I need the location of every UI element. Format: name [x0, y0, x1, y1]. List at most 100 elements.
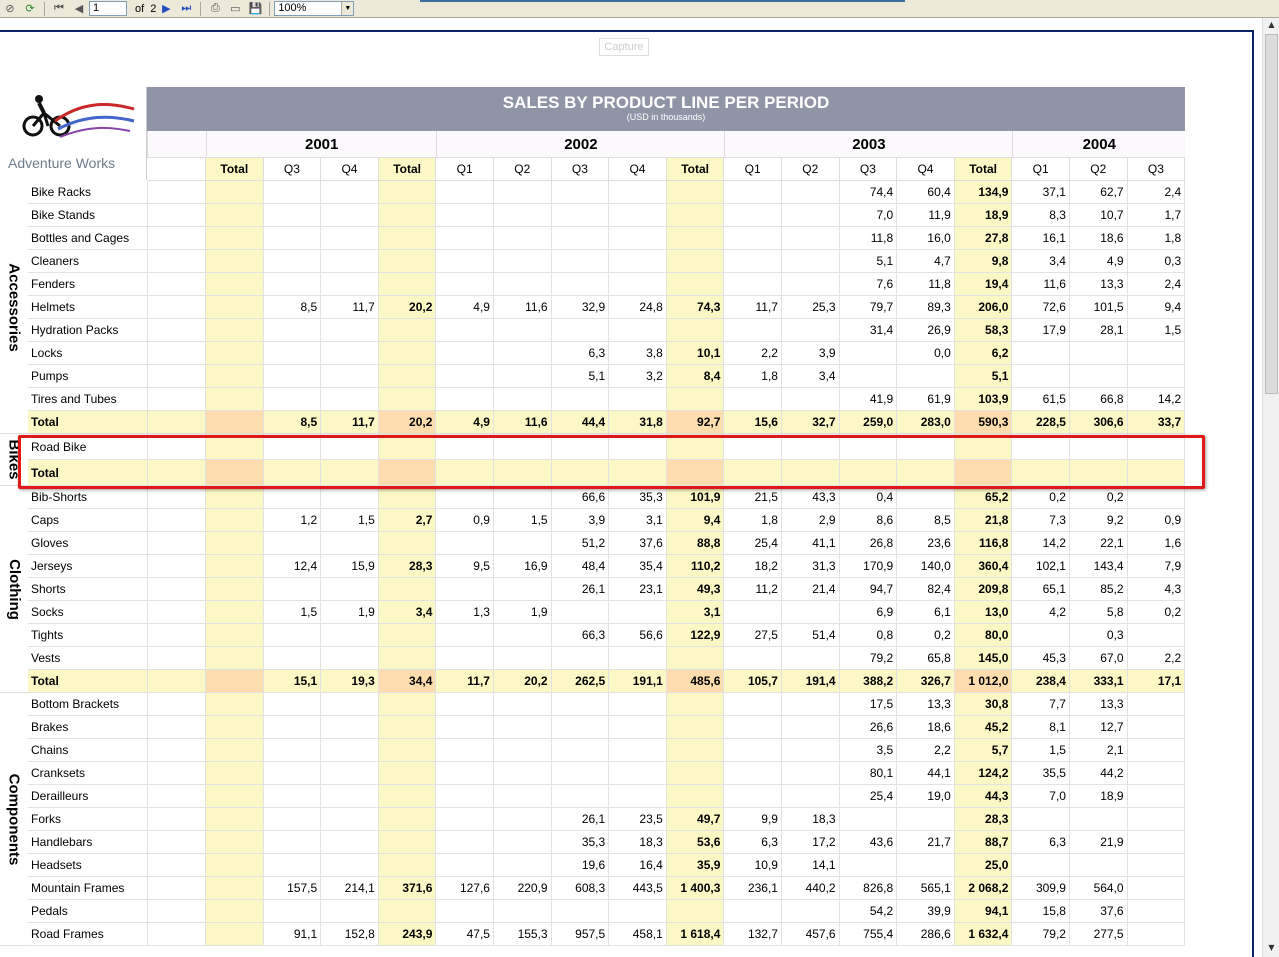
table-cell [263, 273, 322, 296]
table-cell [436, 273, 494, 296]
zoom-value: 100% [278, 2, 307, 14]
chevron-down-icon[interactable]: ▼ [341, 2, 354, 15]
last-page-icon[interactable]: ⏭ [178, 2, 194, 16]
table-cell [551, 739, 610, 762]
table-cell [494, 578, 552, 601]
table-cell [551, 388, 610, 411]
table-cell [1127, 624, 1186, 647]
table-cell: 388,2 [839, 670, 898, 693]
first-page-icon[interactable]: ⏮ [51, 2, 67, 16]
table-cell [551, 762, 610, 785]
table-cell [263, 624, 322, 647]
table-cell [436, 319, 494, 342]
table-cell [263, 785, 322, 808]
table-cell [666, 762, 725, 785]
table-cell [436, 831, 494, 854]
scroll-down-icon[interactable]: ▼ [1265, 943, 1278, 955]
table-cell [436, 693, 494, 716]
row-blank-cell [148, 227, 206, 250]
table-cell: 262,5 [551, 670, 610, 693]
table-cell: 18,6 [897, 716, 955, 739]
table-cell [436, 647, 494, 670]
category-label-clothing: Clothing [0, 486, 28, 693]
table-cell [724, 762, 782, 785]
table-cell: 3,1 [609, 509, 667, 532]
table-cell: 1,5 [1012, 739, 1070, 762]
year-header-blank [147, 131, 206, 158]
table-cell [206, 785, 264, 808]
next-page-icon[interactable]: ▶ [158, 2, 174, 16]
table-cell: 371,6 [378, 877, 437, 900]
row-label: Total [28, 670, 148, 693]
table-cell [206, 273, 264, 296]
table-cell: 43,6 [839, 831, 898, 854]
zoom-select[interactable]: 100% ▼ [274, 1, 355, 16]
export-icon[interactable]: 💾 [247, 2, 263, 16]
table-cell [206, 900, 264, 923]
table-cell [724, 273, 782, 296]
print-icon[interactable]: ⎙ [207, 2, 223, 16]
previous-page-icon[interactable]: ◀ [71, 2, 87, 16]
table-cell [494, 365, 552, 388]
table-cell [436, 716, 494, 739]
vertical-scrollbar[interactable]: ▲ ▼ [1262, 18, 1279, 957]
table-cell [206, 601, 264, 624]
row-label: Caps [28, 509, 148, 532]
table-cell [666, 693, 725, 716]
table-cell: 458,1 [609, 923, 667, 946]
table-cell: 21,9 [1070, 831, 1128, 854]
table-cell [666, 388, 725, 411]
table-cell: 79,2 [1012, 923, 1070, 946]
table-cell: 26,9 [897, 319, 955, 342]
table-cell [206, 739, 264, 762]
table-cell: 7,0 [1012, 785, 1070, 808]
page-layout-icon[interactable]: ▭ [227, 2, 243, 16]
table-cell: 0,8 [839, 624, 898, 647]
table-cell: 0,9 [436, 509, 494, 532]
table-cell: 0,2 [1070, 486, 1128, 509]
table-cell [1127, 762, 1186, 785]
table-cell [609, 273, 667, 296]
row-label: Pumps [28, 365, 148, 388]
table-cell: 15,9 [321, 555, 379, 578]
table-cell [263, 762, 322, 785]
table-cell: 16,9 [494, 555, 552, 578]
table-cell [321, 204, 379, 227]
page-number-input[interactable]: 1 [89, 1, 127, 16]
table-cell: 13,0 [954, 601, 1013, 624]
table-cell: 23,5 [609, 808, 667, 831]
table-cell [494, 204, 552, 227]
refresh-icon[interactable]: ⟳ [22, 2, 38, 16]
capture-button[interactable]: Capture [599, 38, 649, 56]
table-cell [609, 227, 667, 250]
table-cell: 4,7 [897, 250, 955, 273]
table-cell: 2 068,2 [954, 877, 1013, 900]
table-cell: 9,4 [1127, 296, 1186, 319]
table-cell [724, 434, 782, 460]
table-cell [494, 434, 552, 460]
stop-icon[interactable]: ⊘ [2, 2, 18, 16]
table-cell: 124,2 [954, 762, 1013, 785]
table-cell: 608,3 [551, 877, 610, 900]
table-cell: 27,5 [724, 624, 782, 647]
scrollbar-thumb[interactable] [1265, 34, 1278, 394]
row-label: Jerseys [28, 555, 148, 578]
quarter-header-q4: Q4 [321, 158, 379, 181]
table-cell: 33,7 [1127, 411, 1186, 434]
row-label: Vests [28, 647, 148, 670]
row-label: Road Frames [28, 923, 148, 946]
table-cell [378, 365, 437, 388]
category-name: Components [5, 773, 23, 865]
table-cell [206, 670, 264, 693]
table-cell: 243,9 [378, 923, 437, 946]
table-cell [1070, 365, 1128, 388]
quarter-header-total: Total [378, 158, 437, 181]
scroll-up-icon[interactable]: ▲ [1265, 20, 1278, 32]
table-cell [724, 250, 782, 273]
table-cell: 214,1 [321, 877, 379, 900]
table-cell: 79,7 [839, 296, 898, 319]
table-cell [724, 601, 782, 624]
table-cell: 35,3 [551, 831, 610, 854]
row-blank-cell [148, 578, 206, 601]
table-cell [378, 181, 437, 204]
